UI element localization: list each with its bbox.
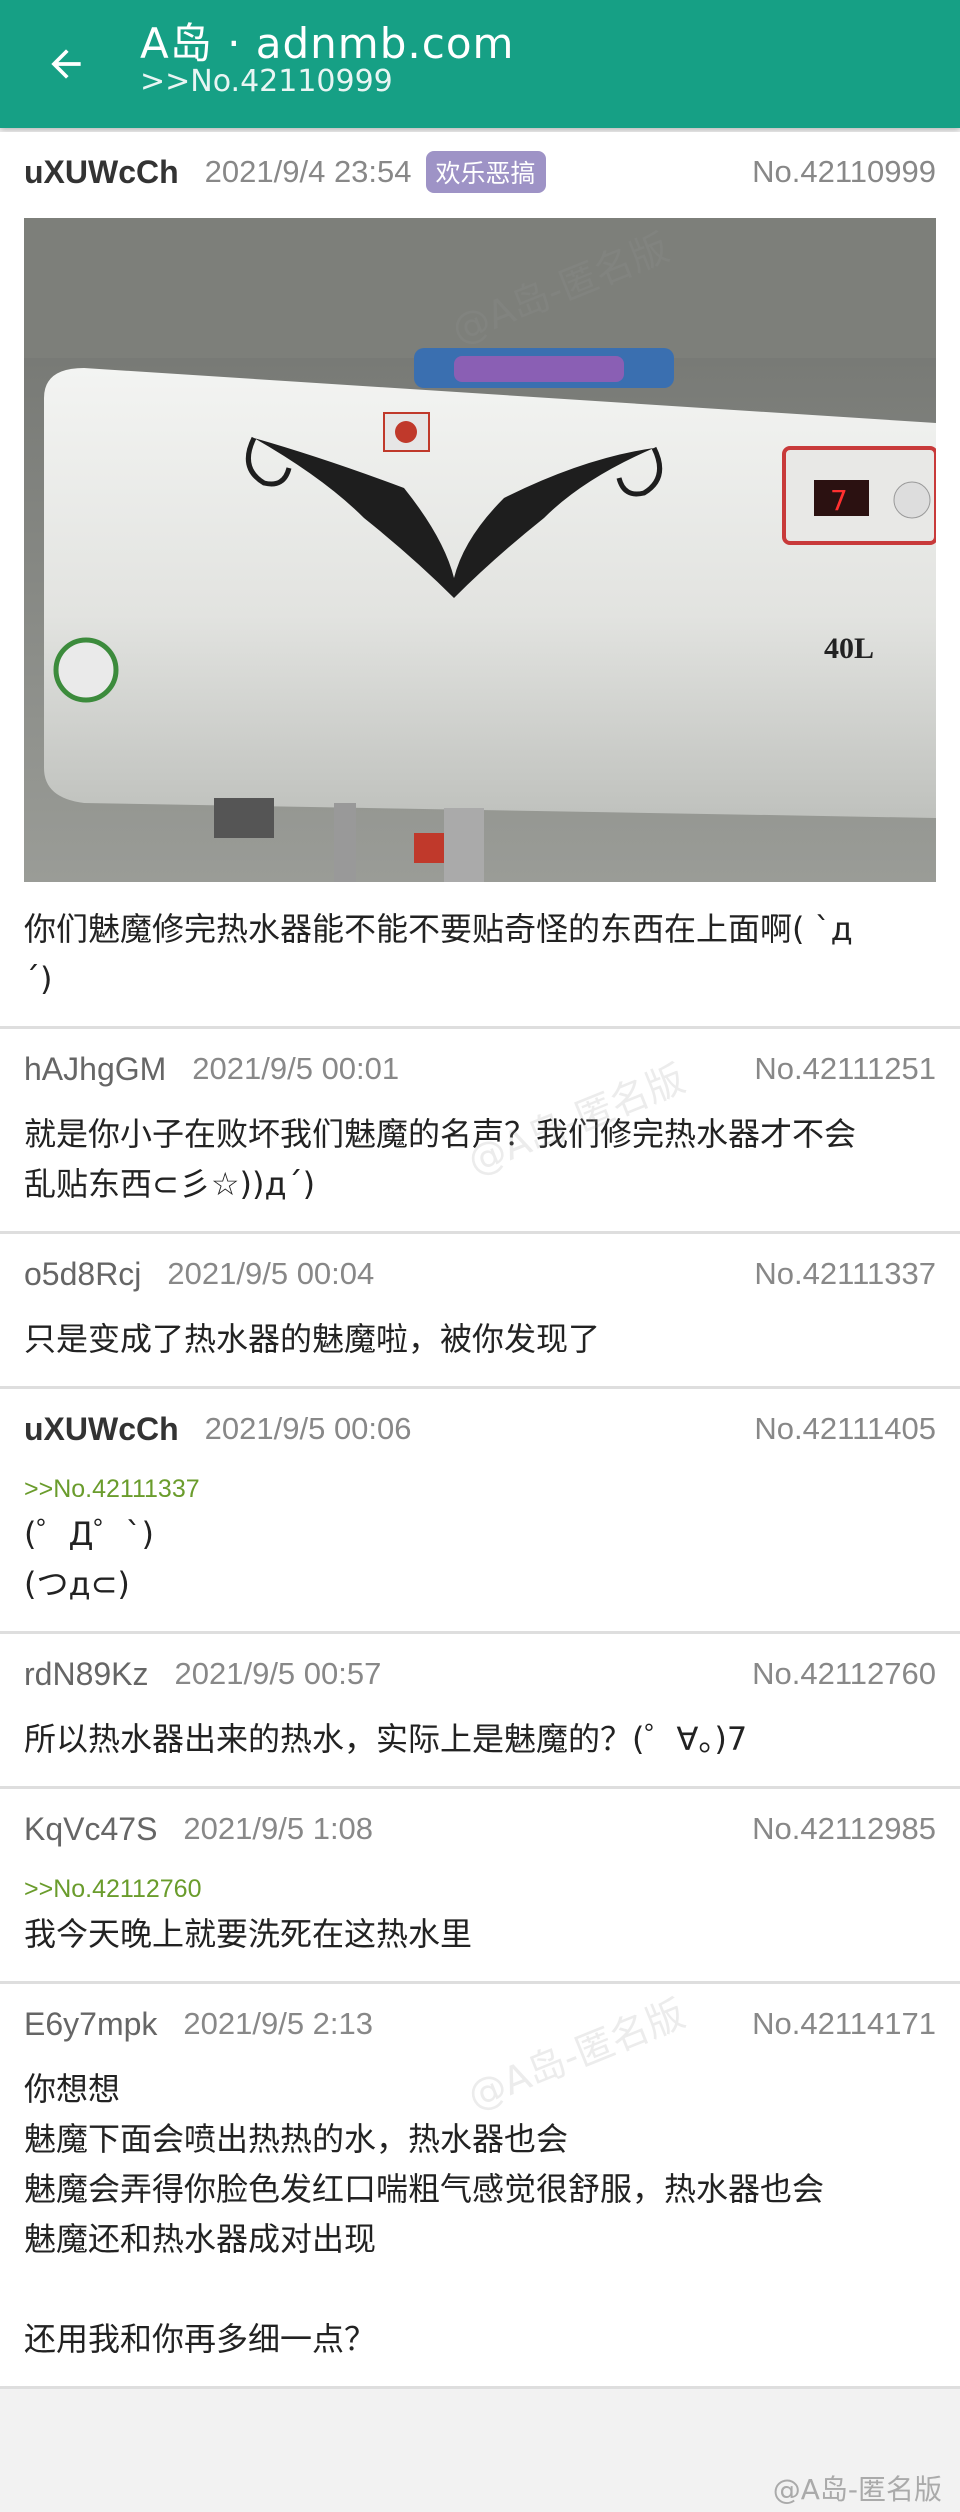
post-item[interactable]: KqVc47S 2021/9/5 1:08 No.42112985 >>No.4… <box>0 1789 960 1984</box>
poster-id[interactable]: o5d8Rcj <box>24 1256 141 1293</box>
post-number[interactable]: No.42112985 <box>752 1811 936 1847</box>
poster-id[interactable]: uXUWcCh <box>24 154 179 191</box>
post-content: 就是你小子在败坏我们魅魔的名声？我们修完热水器才不会 乱贴东西⊂彡☆))д´) <box>24 1115 857 1203</box>
capacity-label: 40L <box>824 632 874 665</box>
post-content: (゜Д゜`) (つд⊂) <box>24 1515 154 1603</box>
post-image[interactable]: 7 40L @A岛-匿名版 <box>24 218 936 882</box>
poster-id[interactable]: KqVc47S <box>24 1811 157 1848</box>
post-meta: rdN89Kz 2021/9/5 00:57 No.42112760 <box>24 1634 936 1714</box>
post-time: 2021/9/5 2:13 <box>183 2006 374 2041</box>
thread-number[interactable]: >>No.42110999 <box>140 64 393 99</box>
post-meta: KqVc47S 2021/9/5 1:08 No.42112985 <box>24 1789 936 1869</box>
post-meta: uXUWcCh 2021/9/5 00:06 No.42111405 <box>24 1389 936 1469</box>
post-meta: hAJhgGM 2021/9/5 00:01 No.42111251 <box>24 1029 936 1109</box>
reply-list: uXUWcCh 2021/9/4 23:54 欢乐恶搞 No.42110999 <box>0 132 960 2389</box>
post-time: 2021/9/4 23:54 <box>204 154 412 189</box>
quote-link[interactable]: >>No.42111337 <box>24 1469 936 1509</box>
post-item[interactable]: rdN89Kz 2021/9/5 00:57 No.42112760 所以热水器… <box>0 1634 960 1789</box>
post-content: 只是变成了热水器的魅魔啦，被你发现了 <box>24 1320 601 1358</box>
footer-watermark: @A岛-匿名版 <box>772 2473 942 2506</box>
post-time: 2021/9/5 00:06 <box>204 1411 412 1446</box>
poster-id[interactable]: hAJhgGM <box>24 1051 166 1088</box>
post-meta: E6y7mpk 2021/9/5 2:13 No.42114171 <box>24 1984 936 2064</box>
arrow-left-icon <box>51 49 81 79</box>
water-heater-photo: 7 40L <box>24 218 936 882</box>
app-bar: A岛 · adnmb.com >>No.42110999 <box>0 0 960 128</box>
post-number[interactable]: No.42110999 <box>752 154 936 190</box>
category-badge[interactable]: 欢乐恶搞 <box>425 151 546 193</box>
post-number[interactable]: No.42114171 <box>752 2006 936 2042</box>
post-item[interactable]: uXUWcCh 2021/9/4 23:54 欢乐恶搞 No.42110999 <box>0 132 960 1029</box>
quote-link[interactable]: >>No.42112760 <box>24 1869 936 1909</box>
post-item[interactable]: uXUWcCh 2021/9/5 00:06 No.42111405 >>No.… <box>0 1389 960 1634</box>
post-time: 2021/9/5 00:04 <box>167 1256 375 1291</box>
post-meta: o5d8Rcj 2021/9/5 00:04 No.42111337 <box>24 1234 936 1314</box>
post-item[interactable]: o5d8Rcj 2021/9/5 00:04 No.42111337 只是变成了… <box>0 1234 960 1389</box>
poster-id[interactable]: uXUWcCh <box>24 1411 179 1448</box>
post-content: 你想想 魅魔下面会喷出热热的水，热水器也会 魅魔会弄得你脸色发红口喘粗气感觉很舒… <box>24 2070 825 2358</box>
poster-id[interactable]: rdN89Kz <box>24 1656 149 1693</box>
heater-display: 7 <box>830 484 848 517</box>
post-item[interactable]: hAJhgGM 2021/9/5 00:01 No.42111251 就是你小子… <box>0 1029 960 1234</box>
post-item[interactable]: E6y7mpk 2021/9/5 2:13 No.42114171 你想想 魅魔… <box>0 1984 960 2389</box>
post-number[interactable]: No.42111251 <box>754 1051 936 1087</box>
post-content: 我今天晚上就要洗死在这热水里 <box>24 1915 473 1953</box>
app-title: A岛 · adnmb.com <box>140 19 515 68</box>
post-time: 2021/9/5 1:08 <box>183 1811 374 1846</box>
post-number[interactable]: No.42111337 <box>754 1256 936 1292</box>
post-content: 所以热水器出来的热水，实际上是魅魔的？(゜∀。)7 <box>24 1720 748 1758</box>
post-number[interactable]: No.42112760 <box>752 1656 936 1692</box>
post-time: 2021/9/5 00:01 <box>192 1051 400 1086</box>
back-button[interactable] <box>26 30 106 98</box>
post-number[interactable]: No.42111405 <box>754 1411 936 1447</box>
post-time: 2021/9/5 00:57 <box>174 1656 382 1691</box>
poster-id[interactable]: E6y7mpk <box>24 2006 157 2043</box>
post-content: 你们魅魔修完热水器能不能不要贴奇怪的东西在上面啊( `д ´) <box>24 910 853 998</box>
post-meta: uXUWcCh 2021/9/4 23:54 欢乐恶搞 No.42110999 <box>24 132 936 212</box>
